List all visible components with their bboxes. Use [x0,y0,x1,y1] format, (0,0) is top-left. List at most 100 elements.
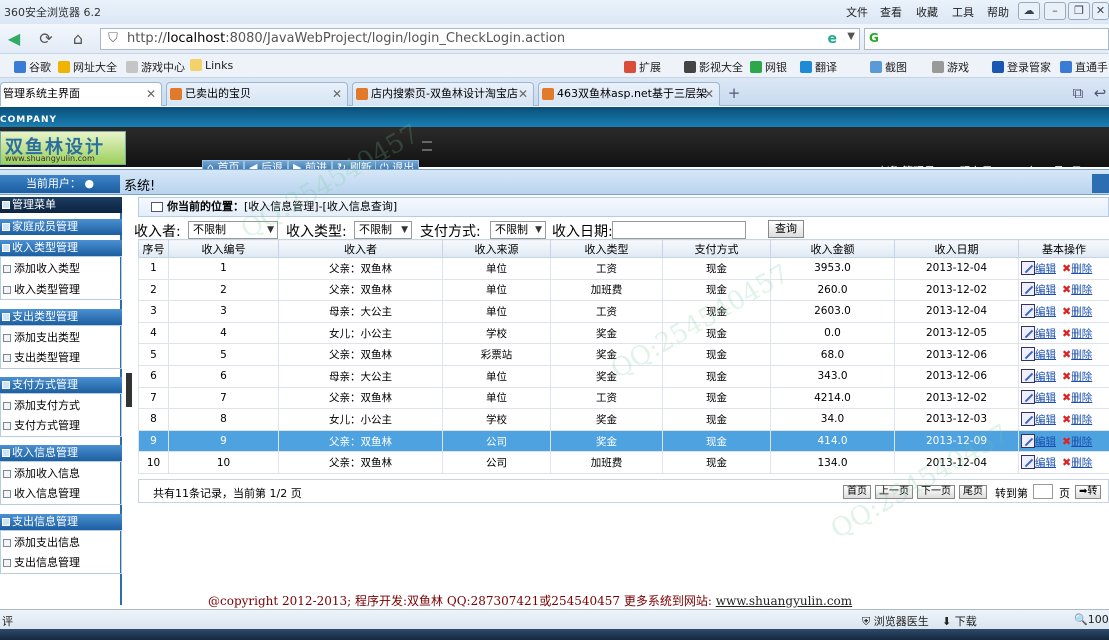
menu-icon[interactable] [422,141,432,151]
goto-page-input[interactable] [1033,484,1053,499]
sidebar-item-income-type-manage[interactable]: 收入类型管理 [0,281,120,299]
delete-link[interactable]: 删除 [1071,457,1092,469]
edit-icon[interactable] [1021,390,1035,405]
search-engine-icon[interactable]: G [869,31,879,45]
download-button[interactable]: ⬇ 下载 [942,613,977,629]
close-tab-icon[interactable]: ✕ [518,83,528,105]
edit-icon[interactable] [1021,325,1035,340]
table-row[interactable]: 7 7 父亲：双鱼林 单位 工资 现金 4214.0 2013-12-02 编辑 ✖删除 [138,386,1109,410]
delete-icon[interactable]: ✖ [1062,348,1071,361]
menu-favorites[interactable]: 收藏 [916,4,938,20]
delete-icon[interactable]: ✖ [1062,435,1071,448]
last-page-button[interactable]: 尾页 [959,485,987,499]
edit-icon[interactable] [1021,347,1035,362]
fav-links[interactable]: Links [190,59,233,72]
menu-tools[interactable]: 工具 [952,4,974,20]
search-box[interactable]: G [864,28,1109,50]
table-row[interactable]: 3 3 母亲：大公主 单位 工资 现金 2603.0 2013-12-04 编辑 ✖删除 [138,300,1109,323]
sidebar-item-add-expense[interactable]: 添加支出信息 [0,534,120,552]
table-row[interactable]: 10 10 父亲：双鱼林 公司 加班费 现金 134.0 2013-12-04 编辑 ✖删除 [138,451,1109,474]
col-header-earner[interactable]: 收入者 [278,239,443,258]
edit-link[interactable]: 编辑 [1035,284,1056,296]
chevron-down-icon[interactable]: ▼ [847,31,855,42]
skin-icon[interactable]: ☁ [1018,2,1040,20]
sidebar-head-expense-type[interactable]: 支出类型管理 [0,309,122,325]
menu-help[interactable]: 帮助 [987,4,1009,20]
edit-link[interactable]: 编辑 [1035,328,1056,340]
menu-view[interactable]: 查看 [880,4,902,20]
sidebar-head-main[interactable]: 管理菜单 [0,197,122,213]
fav-extensions[interactable]: 扩展 [624,59,661,75]
delete-link[interactable]: 删除 [1071,414,1092,426]
col-header-date[interactable]: 收入日期 [894,239,1019,258]
delete-icon[interactable]: ✖ [1062,413,1071,426]
delete-link[interactable]: 删除 [1071,392,1092,404]
prev-page-button[interactable]: 上一页 [875,485,913,499]
delete-icon[interactable]: ✖ [1062,391,1071,404]
table-row[interactable]: 4 4 女儿：小公主 学校 奖金 现金 0.0 2013-12-05 编辑 ✖删除 [138,321,1109,345]
edit-link[interactable]: 编辑 [1035,436,1056,448]
delete-icon[interactable]: ✖ [1062,262,1071,275]
fav-games[interactable]: 游戏中心 [126,59,185,75]
home-icon[interactable]: ⌂ [66,28,90,50]
sidebar-item-income-manage[interactable]: 收入信息管理 [0,485,120,503]
sidebar-head-expense-info[interactable]: 支出信息管理 [0,514,122,530]
sidebar-item-add-payment[interactable]: 添加支付方式 [0,397,120,415]
fav-video[interactable]: 影视大全 [684,59,743,75]
fav-sites[interactable]: 网址大全 [58,59,117,75]
delete-icon[interactable]: ✖ [1062,283,1071,296]
col-header-payment[interactable]: 支付方式 [662,239,771,258]
sidebar-item-expense-manage[interactable]: 支出信息管理 [0,554,120,572]
close-tab-icon[interactable]: ✕ [146,83,156,105]
edit-icon[interactable] [1021,455,1035,470]
edit-link[interactable]: 编辑 [1035,349,1056,361]
sidebar-item-add-income-type[interactable]: 添加收入类型 [0,260,120,278]
undo-close-icon[interactable]: ↩ [1088,84,1109,104]
menu-file[interactable]: 文件 [846,4,868,20]
edit-icon[interactable] [1021,433,1035,448]
col-header-id[interactable]: 收入编号 [168,239,279,258]
footer-link[interactable]: www.shuangyulin.com [716,594,852,608]
address-url[interactable]: http://localhost:8080/JavaWebProject/log… [127,31,565,46]
pay-select[interactable]: 不限制 ▼ [490,221,546,239]
delete-link[interactable]: 删除 [1071,436,1092,448]
col-header-amount[interactable]: 收入金额 [770,239,895,258]
ie-mode-icon[interactable]: e [828,31,838,47]
delete-link[interactable]: 删除 [1071,306,1092,318]
sidebar-head-payment[interactable]: 支付方式管理 [0,377,122,393]
fav-game[interactable]: 游戏 [932,59,969,75]
sidebar-item-add-income[interactable]: 添加收入信息 [0,465,120,483]
sidebar-head-income-type[interactable]: 收入类型管理 [0,240,122,256]
close-tab-icon[interactable]: ✕ [332,83,342,105]
delete-link[interactable]: 删除 [1071,263,1092,275]
edit-icon[interactable] [1021,282,1035,297]
col-header-source[interactable]: 收入来源 [442,239,551,258]
refresh-icon[interactable]: ⟳ [34,28,58,50]
edit-icon[interactable] [1021,368,1035,383]
edit-link[interactable]: 编辑 [1035,263,1056,275]
delete-icon[interactable]: ✖ [1062,370,1071,383]
fav-translate[interactable]: 翻译 [800,59,837,75]
go-button[interactable]: ➡转 [1075,485,1102,499]
date-input[interactable] [612,221,746,239]
fav-google[interactable]: 谷歌 [14,59,51,75]
edit-link[interactable]: 编辑 [1035,306,1056,318]
back-arrow-icon[interactable]: ◀ [2,28,26,50]
table-row[interactable]: 1 1 父亲：双鱼林 单位 工资 现金 3953.0 2013-12-04 编辑 ✖删除 [138,257,1109,280]
query-button[interactable]: 查询 [768,220,804,238]
fav-bank[interactable]: 网银 [750,59,787,75]
first-page-button[interactable]: 首页 [843,485,871,499]
delete-link[interactable]: 删除 [1071,349,1092,361]
close-icon[interactable]: ✕ [1092,2,1109,20]
delete-link[interactable]: 删除 [1071,371,1092,383]
edit-link[interactable]: 编辑 [1035,371,1056,383]
tab-sold[interactable]: 已卖出的宝贝 ✕ [166,82,348,106]
next-page-button[interactable]: 下一页 [917,485,955,499]
sidebar-item-expense-type-manage[interactable]: 支出类型管理 [0,349,120,367]
table-row[interactable]: 9 9 父亲：双鱼林 公司 奖金 现金 414.0 2013-12-09 编辑 ✖删除 [138,429,1109,453]
fav-screenshot[interactable]: 截图 [870,59,907,75]
edit-icon[interactable] [1021,411,1035,426]
tab-list-icon[interactable]: ⧉ [1066,84,1090,104]
browser-doctor[interactable]: ⛨ 浏览器医生 [862,613,929,629]
edit-icon[interactable] [1021,260,1035,275]
